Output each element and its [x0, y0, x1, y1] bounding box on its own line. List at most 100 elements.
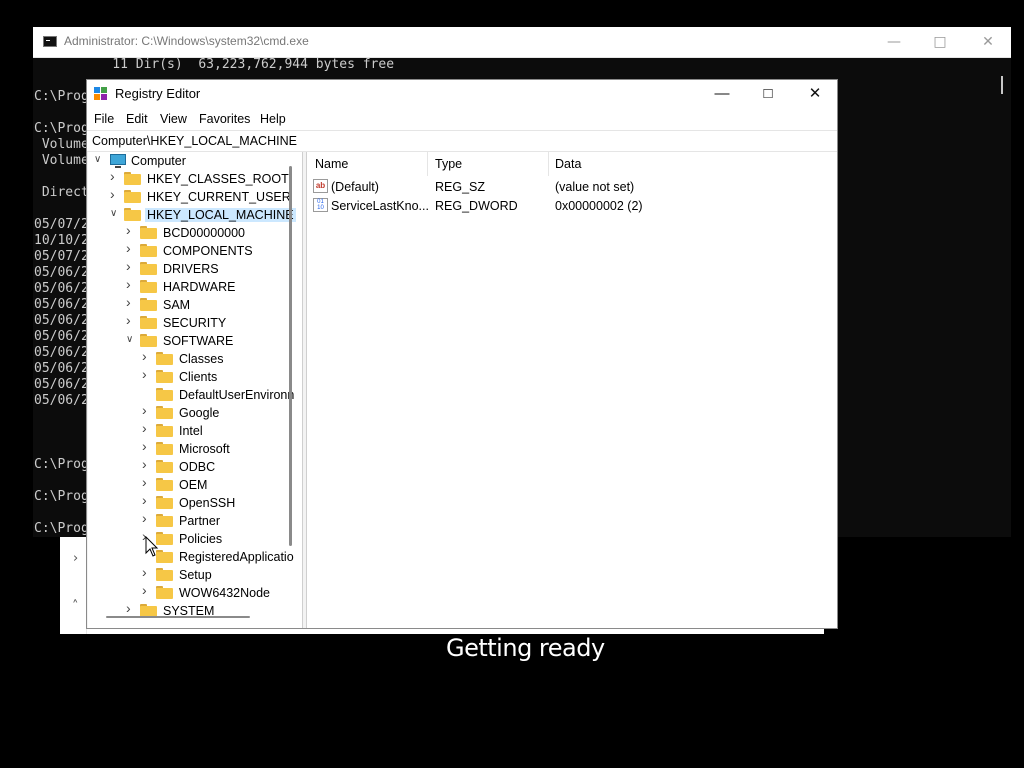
column-data-header[interactable]: Data: [555, 157, 581, 173]
chevron-right-icon[interactable]: ›: [142, 457, 152, 471]
tree-node-label: SECURITY: [163, 316, 227, 330]
console-line: C:\Prog: [34, 521, 89, 536]
column-name-header[interactable]: Name: [315, 157, 348, 173]
cmd-titlebar[interactable]: Administrator: C:\Windows\system32\cmd.e…: [33, 27, 1011, 58]
console-line: C:\Prog: [34, 121, 89, 136]
menu-help[interactable]: Help: [260, 112, 286, 126]
registry-editor-window: Registry Editor — □ ✕ File Edit View Fav…: [86, 79, 838, 629]
tree-node-label: HKEY_CLASSES_ROOT: [147, 172, 289, 186]
tree-node-label: HARDWARE: [163, 280, 236, 294]
menu-bar: File Edit View Favorites Help: [87, 108, 837, 130]
chevron-right-icon[interactable]: ›: [142, 583, 152, 597]
regedit-minimize-button[interactable]: —: [699, 80, 745, 108]
mouse-cursor-icon: [145, 536, 159, 557]
values-list[interactable]: Name Type Data ab (Default) REG_SZ (value n…: [306, 152, 837, 628]
tree-node-label: Microsoft: [179, 442, 230, 456]
regedit-icon: [94, 87, 108, 101]
console-line: 05/06/2: [34, 377, 89, 392]
console-line: C:\Prog: [34, 89, 89, 104]
chevron-down-icon[interactable]: ∨: [126, 334, 136, 346]
console-line: 05/06/2: [34, 393, 89, 408]
regedit-titlebar[interactable]: Registry Editor — □ ✕: [87, 80, 837, 108]
string-value-icon: ab: [313, 179, 328, 193]
console-line: 05/06/2: [34, 313, 89, 328]
console-line: 05/06/2: [34, 361, 89, 376]
console-line: 05/06/2: [34, 281, 89, 296]
console-line: 05/07/2: [34, 249, 89, 264]
folder-icon: [156, 568, 173, 581]
regedit-close-button[interactable]: ✕: [792, 80, 838, 108]
key-tree[interactable]: ∨ Computer › HKEY_CLASSES_ROOT › HKEY_CURRENT…: [88, 152, 303, 628]
tree-node-label: BCD00000000: [163, 226, 246, 240]
column-separator[interactable]: [548, 152, 549, 176]
console-line: 11 Dir(s) 63,223,762,944 bytes free: [34, 58, 395, 72]
chevron-right-icon[interactable]: ›: [142, 475, 152, 489]
tree-node-label: SAM: [163, 298, 191, 312]
chevron-right-icon[interactable]: ›: [126, 241, 136, 255]
value-row[interactable]: 01 10 ServiceLastKno... REG_DWORD 0x00000002…: [307, 197, 837, 215]
folder-icon: [124, 208, 141, 221]
console-line: Volume: [34, 153, 89, 168]
console-icon: [43, 36, 57, 47]
chevron-right-icon[interactable]: ›: [142, 511, 152, 525]
column-separator[interactable]: [427, 152, 428, 176]
regedit-title: Registry Editor: [115, 86, 201, 101]
value-row[interactable]: ab (Default) REG_SZ (value not set): [307, 178, 837, 196]
value-name: ServiceLastKno...: [331, 199, 429, 213]
chevron-right-icon[interactable]: ›: [142, 439, 152, 453]
folder-icon: [156, 406, 173, 419]
value-name: (Default): [331, 180, 379, 194]
console-line: 05/07/2: [34, 217, 89, 232]
tree-vertical-scrollbar[interactable]: [289, 166, 292, 546]
chevron-right-icon[interactable]: ›: [126, 259, 136, 273]
tree-node-label: DefaultUserEnvironn: [179, 388, 295, 402]
folder-icon: [124, 190, 141, 203]
folder-icon: [140, 316, 157, 329]
chevron-right-icon[interactable]: ›: [110, 187, 120, 201]
column-type-header[interactable]: Type: [435, 157, 462, 173]
menu-favorites[interactable]: Favorites: [199, 112, 250, 126]
value-data: (value not set): [555, 180, 635, 194]
chevron-right-icon[interactable]: ›: [142, 421, 152, 435]
cmd-minimize-button[interactable]: —: [871, 27, 917, 57]
chevron-right-icon[interactable]: ›: [126, 601, 136, 615]
tree-node-label: Google: [179, 406, 220, 420]
folder-icon: [140, 244, 157, 257]
chevron-right-icon[interactable]: ›: [73, 551, 78, 566]
chevron-right-icon[interactable]: ›: [142, 367, 152, 381]
address-bar[interactable]: Computer\HKEY_LOCAL_MACHINE: [87, 130, 837, 152]
menu-file[interactable]: File: [94, 112, 114, 126]
menu-edit[interactable]: Edit: [126, 112, 148, 126]
cmd-scrollbar[interactable]: [995, 58, 1011, 537]
chevron-right-icon[interactable]: ›: [142, 493, 152, 507]
chevron-down-icon[interactable]: ∨: [94, 154, 104, 166]
menu-view[interactable]: View: [160, 112, 187, 126]
chevron-right-icon[interactable]: ›: [126, 277, 136, 291]
tree-node-label: COMPONENTS: [163, 244, 253, 258]
tree-node-label: WOW6432Node: [179, 586, 271, 600]
tree-node-label: HKEY_CURRENT_USER: [147, 190, 291, 204]
regedit-maximize-button[interactable]: □: [745, 80, 791, 108]
tree-node-label: ODBC: [179, 460, 216, 474]
cmd-maximize-button[interactable]: □: [917, 27, 963, 57]
chevron-right-icon[interactable]: ›: [142, 565, 152, 579]
cmd-scrollbar-thumb[interactable]: [1001, 76, 1003, 94]
tree-node-label: Computer: [131, 154, 186, 168]
chevron-right-icon[interactable]: ›: [126, 313, 136, 327]
chevron-right-icon[interactable]: ›: [126, 295, 136, 309]
tree-node-label: RegisteredApplicatio: [179, 550, 294, 564]
chevron-right-icon[interactable]: ›: [126, 223, 136, 237]
console-line: 05/06/2: [34, 297, 89, 312]
chevron-right-icon[interactable]: ›: [142, 403, 152, 417]
chevron-right-icon[interactable]: ›: [110, 169, 120, 183]
tree-horizontal-scrollbar[interactable]: [106, 616, 250, 618]
status-message: Getting ready: [446, 634, 605, 662]
cmd-close-button[interactable]: ✕: [965, 27, 1011, 57]
chevron-up-icon[interactable]: ˄: [72, 599, 79, 614]
chevron-right-icon[interactable]: ›: [142, 349, 152, 363]
chevron-down-icon[interactable]: ∨: [110, 208, 120, 220]
folder-icon: [140, 262, 157, 275]
folder-icon: [156, 352, 173, 365]
folder-icon: [156, 388, 173, 401]
